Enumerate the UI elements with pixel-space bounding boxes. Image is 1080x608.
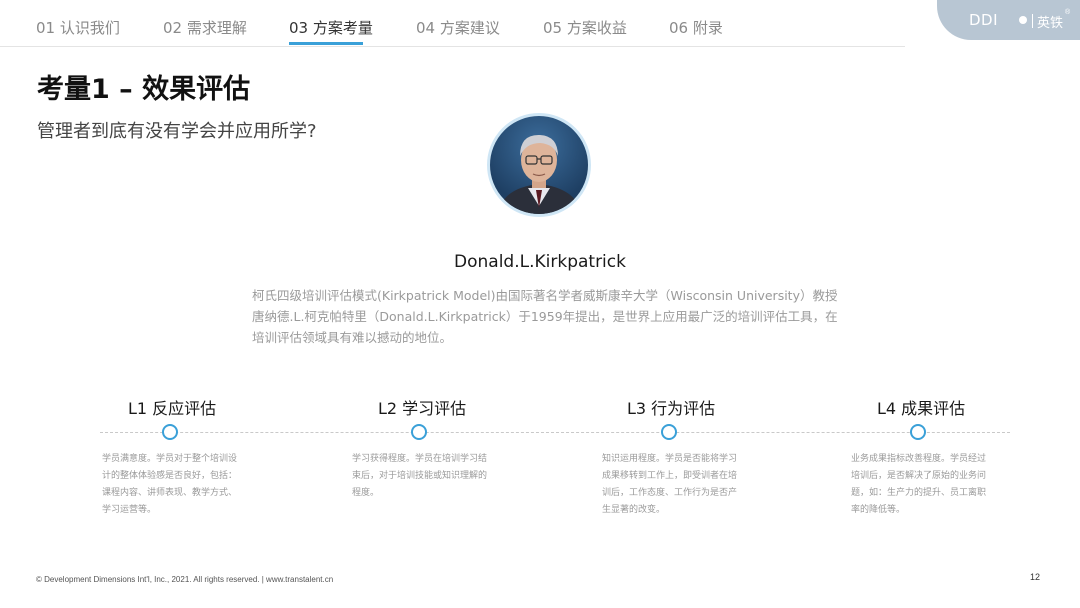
level-1-title: L1 反应评估 — [128, 399, 217, 418]
model-description: 柯氏四级培训评估模式(Kirkpatrick Model)由国际著名学者威斯康辛… — [252, 288, 838, 345]
active-tab-indicator — [289, 42, 363, 45]
nav-tab-appendix[interactable]: 06 附录 — [669, 17, 723, 38]
level-3-marker — [661, 424, 677, 440]
level-2-title: L2 学习评估 — [378, 399, 467, 418]
logo-brand-text: DDI — [969, 11, 999, 29]
logo-cn-text: 英铁 — [1037, 16, 1064, 31]
level-1-description: 学员满意度。学员对于整个培训设计的整体体验感是否良好，包括：课程内容、讲师表现、… — [102, 454, 238, 515]
footer-copyright: © Development Dimensions Int'l, Inc., 20… — [36, 575, 334, 584]
level-2-description: 学习获得程度。学员在培训学习结束后，对于培训技能或知识理解的程度。 — [352, 454, 488, 498]
logo-registered-mark: ® — [1065, 9, 1071, 16]
portrait-photo — [487, 113, 591, 217]
level-4-marker — [910, 424, 926, 440]
timeline-line — [100, 432, 1010, 433]
nav-tab-solution-considerations[interactable]: 03 方案考量 — [289, 17, 373, 38]
level-4-title: L4 成果评估 — [877, 399, 966, 418]
level-4-description: 业务成果指标改善程度。学员经过培训后，是否解决了原始的业务问题，如：生产力的提升… — [851, 454, 987, 515]
logo-dot-icon — [1019, 16, 1027, 24]
nav-tab-solution-benefits[interactable]: 05 方案收益 — [543, 17, 627, 38]
page-number: 12 — [1030, 572, 1041, 582]
level-3-title: L3 行为评估 — [627, 399, 716, 418]
level-3-description: 知识运用程度。学员是否能将学习成果移转到工作上，即受训者在培训后，工作态度、工作… — [602, 454, 738, 515]
nav-tab-needs[interactable]: 02 需求理解 — [163, 17, 247, 38]
person-name: Donald.L.Kirkpatrick — [454, 252, 626, 272]
top-nav: 01 认识我们 02 需求理解 03 方案考量 04 方案建议 05 方案收益 … — [0, 0, 905, 47]
level-2-marker — [411, 424, 427, 440]
level-1-marker — [162, 424, 178, 440]
page-title: 考量1 – 效果评估 — [37, 74, 251, 105]
logo-divider — [1032, 14, 1033, 28]
page-subtitle: 管理者到底有没有学会并应用所学? — [37, 121, 317, 142]
nav-tab-solution-proposal[interactable]: 04 方案建议 — [416, 17, 500, 38]
nav-tab-about-us[interactable]: 01 认识我们 — [36, 17, 120, 38]
brand-logo: DDI 英铁 ® — [937, 0, 1080, 40]
